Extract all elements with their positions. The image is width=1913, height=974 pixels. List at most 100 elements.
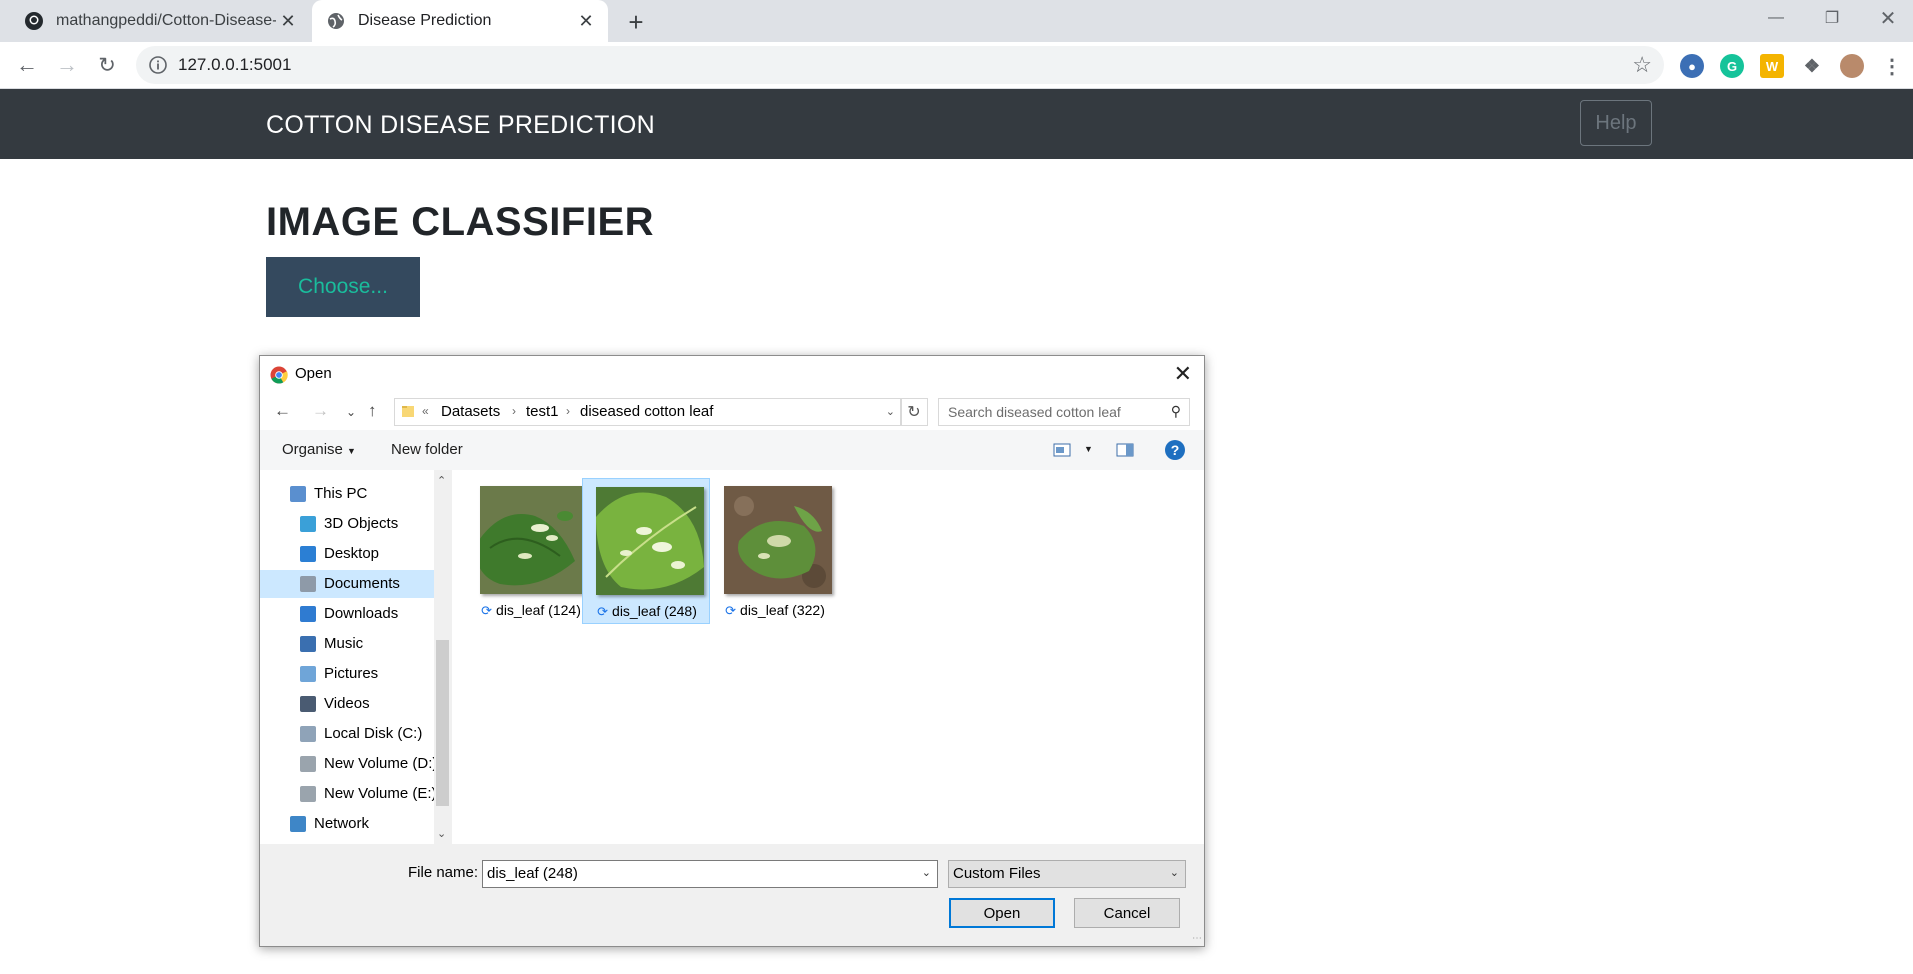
- forward-icon[interactable]: →: [51, 49, 83, 81]
- resize-grip-icon[interactable]: ⋯: [1192, 933, 1202, 944]
- search-input[interactable]: Search diseased cotton leaf ⚲: [938, 398, 1190, 426]
- navigation-scrollbar[interactable]: ⌃ ⌄: [434, 470, 451, 844]
- sidebar-item-3d-objects[interactable]: 3D Objects: [260, 510, 434, 538]
- search-icon: ⚲: [1170, 403, 1181, 419]
- sidebar-item-label: Music: [324, 635, 364, 652]
- sidebar-item-downloads[interactable]: Downloads: [260, 600, 434, 628]
- view-dropdown-icon[interactable]: ▼: [1084, 444, 1093, 454]
- tab-title: mathangpeddi/Cotton-Disease-P: [56, 12, 276, 29]
- new-tab-button[interactable]: +: [622, 7, 650, 37]
- open-button[interactable]: Open: [949, 898, 1055, 928]
- search-placeholder: Search diseased cotton leaf: [948, 404, 1121, 420]
- up-folder-icon[interactable]: ↑: [368, 401, 377, 421]
- file-name-field-label: File name:: [408, 864, 479, 881]
- file-type-select[interactable]: Custom Files ⌄: [948, 860, 1186, 888]
- file-item-dis-leaf-248[interactable]: ⟳ dis_leaf (248): [582, 478, 710, 624]
- refresh-icon[interactable]: ↻: [900, 398, 928, 426]
- window-close-icon[interactable]: ✕: [1864, 0, 1912, 36]
- bookmark-star-icon[interactable]: ☆: [1632, 52, 1652, 78]
- tab-close-icon[interactable]: ✕: [574, 9, 598, 33]
- file-name-input[interactable]: dis_leaf (248) ⌄: [482, 860, 938, 888]
- choose-file-button[interactable]: Choose...: [266, 257, 420, 317]
- sidebar-item-documents[interactable]: Documents: [260, 570, 434, 598]
- file-list[interactable]: ⟳ dis_leaf (124) ⟳ dis_leaf (248) ⟳ dis_…: [452, 470, 1204, 844]
- file-item-dis-leaf-124[interactable]: ⟳ dis_leaf (124): [467, 478, 595, 624]
- breadcrumb[interactable]: « Datasets › test1 › diseased cotton lea…: [394, 398, 902, 426]
- cancel-button[interactable]: Cancel: [1074, 898, 1180, 928]
- sidebar-item-network[interactable]: Network: [260, 810, 434, 838]
- dialog-titlebar: Open ✕: [260, 356, 1204, 392]
- dialog-title: Open: [295, 365, 332, 382]
- breadcrumb-overflow[interactable]: «: [422, 404, 429, 418]
- restore-icon[interactable]: ❐: [1808, 0, 1856, 36]
- downloads-icon: [300, 606, 316, 622]
- preview-pane-icon[interactable]: [1116, 443, 1134, 457]
- sidebar-item-local-disk-c[interactable]: Local Disk (C:): [260, 720, 434, 748]
- file-name-label: ⟳ dis_leaf (248): [583, 603, 711, 620]
- extension-glasses-icon[interactable]: ●: [1680, 54, 1704, 78]
- breadcrumb-separator: ›: [512, 404, 516, 418]
- menu-kebab-icon[interactable]: ⋮: [1880, 54, 1904, 78]
- scrollbar-thumb[interactable]: [436, 640, 449, 806]
- sidebar-item-this-pc[interactable]: This PC: [260, 480, 434, 508]
- file-name-text: dis_leaf (248): [612, 603, 697, 619]
- help-button[interactable]: Help: [1580, 100, 1652, 146]
- dialog-footer: File name: dis_leaf (248) ⌄ Custom Files…: [260, 844, 1204, 946]
- file-item-dis-leaf-322[interactable]: ⟳ dis_leaf (322): [711, 478, 839, 624]
- forward-icon[interactable]: →: [312, 401, 329, 421]
- organise-menu[interactable]: Organise ▼: [282, 441, 356, 458]
- breadcrumb-dropdown-icon[interactable]: ⌄: [886, 405, 895, 418]
- extensions-puzzle-icon[interactable]: ❖: [1800, 54, 1824, 78]
- sync-status-icon: ⟳: [725, 603, 737, 618]
- tab-github[interactable]: mathangpeddi/Cotton-Disease-P ✕: [10, 0, 310, 42]
- documents-icon: [300, 576, 316, 592]
- grammarly-icon[interactable]: G: [1720, 54, 1744, 78]
- avatar[interactable]: [1840, 54, 1864, 78]
- sync-status-icon: ⟳: [597, 604, 609, 619]
- sidebar-item-label: New Volume (E:): [324, 785, 437, 802]
- recent-locations-icon[interactable]: ⌄: [346, 405, 356, 419]
- sidebar-item-label: Pictures: [324, 665, 379, 682]
- breadcrumb-separator: ›: [566, 404, 570, 418]
- sidebar-item-videos[interactable]: Videos: [260, 690, 434, 718]
- videos-icon: [300, 696, 316, 712]
- sync-status-icon: ⟳: [481, 603, 493, 618]
- back-icon[interactable]: ←: [11, 49, 43, 81]
- file-name-text: dis_leaf (124): [496, 602, 581, 618]
- chevron-down-icon: ⌄: [1169, 867, 1179, 879]
- view-options-icon[interactable]: [1053, 443, 1071, 457]
- site-brand[interactable]: COTTON DISEASE PREDICTION: [266, 111, 655, 140]
- reload-icon[interactable]: ↻: [91, 49, 123, 81]
- image-thumbnail: [724, 486, 832, 594]
- file-name-value: dis_leaf (248): [487, 865, 578, 882]
- help-icon[interactable]: ?: [1164, 439, 1186, 461]
- new-folder-button[interactable]: New folder: [391, 441, 463, 458]
- address-bar[interactable]: 127.0.0.1:5001 ☆: [136, 46, 1664, 84]
- sidebar-item-music[interactable]: Music: [260, 630, 434, 658]
- sidebar-item-pictures[interactable]: Pictures: [260, 660, 434, 688]
- breadcrumb-current[interactable]: diseased cotton leaf: [580, 403, 713, 420]
- site-navbar: COTTON DISEASE PREDICTION Help: [0, 89, 1913, 159]
- sidebar-item-label: Desktop: [324, 545, 380, 562]
- navigation-pane[interactable]: This PC 3D Objects Desktop Documents Downloa…: [260, 470, 437, 844]
- minimize-icon[interactable]: —: [1752, 0, 1800, 36]
- dialog-close-icon[interactable]: ✕: [1174, 361, 1192, 387]
- drive-icon: [300, 786, 316, 802]
- scroll-up-icon[interactable]: ⌃: [437, 474, 446, 487]
- tab-disease-prediction[interactable]: Disease Prediction ✕: [312, 0, 608, 42]
- file-name-label: ⟳ dis_leaf (124): [467, 602, 595, 619]
- breadcrumb-datasets[interactable]: Datasets: [441, 403, 500, 420]
- sidebar-item-label: Downloads: [324, 605, 399, 622]
- tab-close-icon[interactable]: ✕: [276, 9, 300, 33]
- breadcrumb-test1[interactable]: test1: [526, 403, 559, 420]
- sidebar-item-desktop[interactable]: Desktop: [260, 540, 434, 568]
- folder-icon: [402, 406, 414, 417]
- github-icon: [25, 12, 43, 30]
- image-thumbnail: [596, 487, 704, 595]
- back-icon[interactable]: ←: [274, 401, 291, 421]
- sidebar-item-new-volume-d[interactable]: New Volume (D:): [260, 750, 437, 778]
- sidebar-item-new-volume-e[interactable]: New Volume (E:): [260, 780, 437, 808]
- scroll-down-icon[interactable]: ⌄: [437, 827, 446, 840]
- chevron-down-icon[interactable]: ⌄: [922, 866, 931, 879]
- extension-w-icon[interactable]: W: [1760, 54, 1784, 78]
